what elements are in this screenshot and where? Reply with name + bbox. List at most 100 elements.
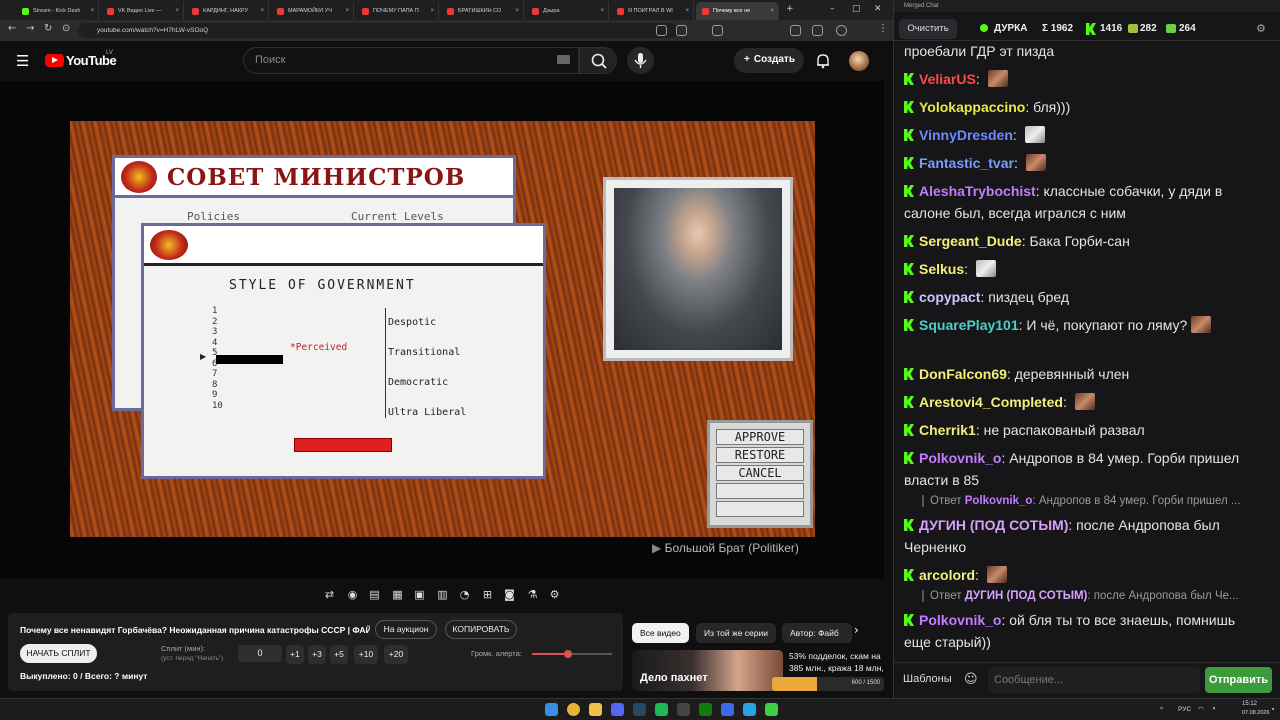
clock-time[interactable]: 15:12 [1242,701,1257,707]
chat-message-input[interactable]: Сообщение... [988,667,1200,693]
chat-username[interactable]: AleshaTrybochist [919,183,1036,199]
close-tab-icon[interactable]: × [515,8,519,14]
chat-username[interactable]: copypact [919,289,980,305]
discord-icon[interactable] [611,703,624,716]
tray-chevron-icon[interactable]: ^ [1160,706,1163,713]
volume-icon[interactable]: ◖ [1212,705,1216,712]
split-increment-button[interactable]: +5 [330,645,348,664]
site-info-icon[interactable]: ⊙ [62,23,70,34]
browser-tab[interactable]: Дзыра × [526,2,609,20]
emoji-icon[interactable]: ☺ [964,672,978,687]
explorer-icon[interactable] [589,703,602,716]
close-tab-icon[interactable]: × [770,8,774,14]
telegram-icon[interactable] [743,703,756,716]
reload-icon[interactable]: ↻ [44,23,52,34]
close-tab-icon[interactable]: × [260,8,264,14]
search-input[interactable]: Поиск [243,47,579,74]
wifi-icon[interactable]: ◠ [1198,705,1204,713]
split-increment-button[interactable]: +20 [384,645,408,664]
extension-icon[interactable] [676,25,687,36]
reply-preview[interactable]: Ответ Polkovnik_o: Андропов в 84 умер. Г… [922,495,1262,507]
extension-icon[interactable] [656,25,667,36]
close-window-icon[interactable]: ✕ [874,4,882,14]
xbox-icon[interactable] [699,703,712,716]
youtube-logo-icon[interactable] [45,54,64,67]
gear-icon[interactable]: ⚙ [548,588,561,601]
browser-tab[interactable]: КАРДИНГ, НАКРУ × [186,2,269,20]
clapper-icon[interactable]: ▦ [391,588,404,601]
chat-username[interactable]: arcolord [919,567,975,583]
reply-preview[interactable]: Ответ ДУГИН (ПОД СОТЫМ): после Андропова… [922,590,1262,602]
app-icon[interactable] [765,703,778,716]
chevron-right-icon[interactable]: › [854,623,859,637]
speedometer-icon[interactable]: ◔ [458,588,471,601]
video-player[interactable]: СОВЕТ МИНИСТРОВ Policies Current Levels … [0,81,884,578]
new-tab-button[interactable]: + [786,4,794,14]
alert-volume-knob[interactable] [564,650,572,658]
notification-icon[interactable]: ▪ [1272,706,1274,713]
spotify-icon[interactable] [655,703,668,716]
chat-settings-gear-icon[interactable]: ⚙ [1256,22,1266,35]
chip-same-series[interactable]: Из той же серии [696,623,776,643]
chat-username[interactable]: Fantastic_tvar [919,155,1014,171]
chat-username[interactable]: Selkus [919,261,964,277]
split-increment-button[interactable]: +3 [308,645,326,664]
hamburger-menu-icon[interactable]: ☰ [16,52,29,70]
windows-start-icon[interactable] [545,703,558,716]
chat-username[interactable]: Yolokappaccino [919,99,1025,115]
close-tab-icon[interactable]: × [600,8,604,14]
loop-icon[interactable]: ⇄ [323,588,336,601]
clock-date[interactable]: 07.08.2026 [1242,710,1270,716]
search-button[interactable] [579,47,617,74]
clear-chat-button[interactable]: Очистить [899,19,957,39]
maximize-icon[interactable]: ▢ [852,4,861,14]
chat-username[interactable]: VeliarUS [919,71,976,87]
chip-all-videos[interactable]: Все видео [632,623,689,643]
close-tab-icon[interactable]: × [175,8,179,14]
profile-icon[interactable] [836,25,847,36]
close-tab-icon[interactable]: × [345,8,349,14]
create-button[interactable]: + Создать [734,48,804,73]
chat-username[interactable]: DonFalcon69 [919,366,1007,382]
address-bar[interactable]: youtube.com/watch?v=H7hLW-vSOoQ [78,23,678,38]
keyboard-icon[interactable] [557,55,570,64]
chat-username[interactable]: Polkovnik_o [919,612,1001,628]
start-split-button[interactable]: НАЧАТЬ СПЛИТ [20,644,97,663]
chat-username[interactable]: Sergeant_Dude [919,233,1022,249]
browser-tab[interactable]: Почему все не × [696,2,779,20]
browser-tab[interactable]: Я ПОИГРАЛ В WI × [611,2,694,20]
browser-tab[interactable]: БРАТИШКИН СО × [441,2,524,20]
close-tab-icon[interactable]: × [685,8,689,14]
video-thumbnail[interactable]: Дело пахнет [632,650,783,691]
browser-tab[interactable]: Stream - Kick Dash × [16,2,99,20]
flask-icon[interactable]: ⚗ [526,588,539,601]
copy-button[interactable]: КОПИРОВАТЬ [445,620,517,639]
browser-tab[interactable]: МАРАМОЙКИ УЧ × [271,2,354,20]
extension-icon[interactable] [712,25,723,36]
notifications-bell-icon[interactable] [815,53,831,69]
chat-username[interactable]: ДУГИН (ПОД СОТЫМ) [919,517,1068,533]
templates-button[interactable]: Шаблоны [903,673,952,685]
browser-tab[interactable]: ПОЧЕМУ ПАПА П × [356,2,439,20]
browser-menu-icon[interactable]: ⋮ [878,23,888,34]
keyboard-language[interactable]: РУС [1178,706,1191,713]
film-strip-icon[interactable]: ▥ [436,588,449,601]
chrome-icon[interactable] [567,703,580,716]
chat-username[interactable]: SquarePlay101 [919,317,1019,333]
settings-list-icon[interactable]: ▤ [368,588,381,601]
frame-icon[interactable]: ▣ [413,588,426,601]
steam-icon[interactable] [633,703,646,716]
close-tab-icon[interactable]: × [90,8,94,14]
browser-tab[interactable]: VK Видео Live — × [101,2,184,20]
chat-username[interactable]: Arestovi4_Completed [919,394,1063,410]
split-increment-button[interactable]: +1 [286,645,304,664]
chip-by-author[interactable]: Автор: Файб [782,623,852,643]
close-tab-icon[interactable]: × [430,8,434,14]
chat-username[interactable]: Cherrik1 [919,422,976,438]
app-icon[interactable] [721,703,734,716]
add-box-icon[interactable]: ⊞ [481,588,494,601]
minimize-icon[interactable]: – [830,4,835,14]
avatar[interactable] [849,51,869,71]
split-minutes-input[interactable]: 0 [238,645,282,662]
camera-icon[interactable]: ◙ [503,588,516,601]
